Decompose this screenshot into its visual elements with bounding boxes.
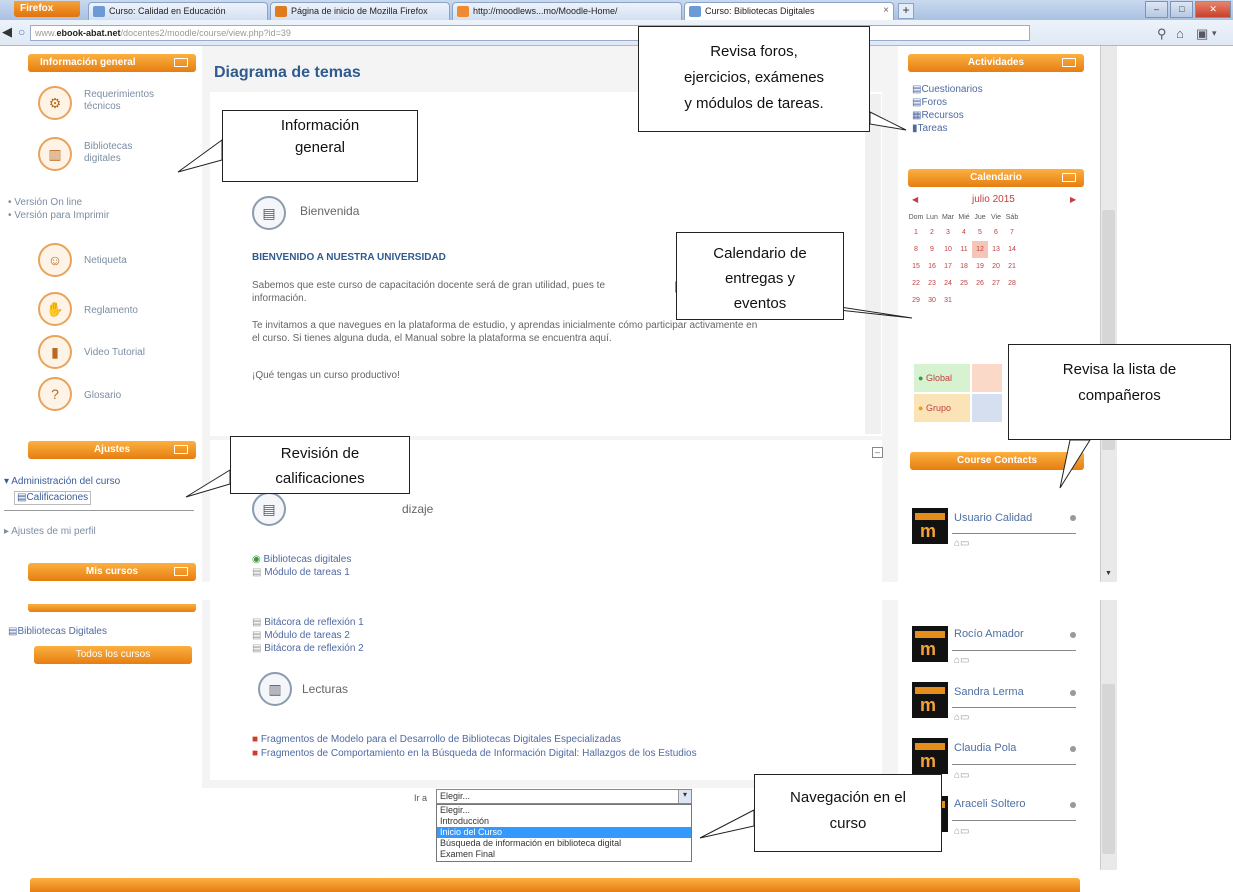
callout-navegacion: Navegación en el curso [754,774,942,852]
callout-calendario: Calendario de entregas y eventos [676,232,844,320]
callout-line: calificaciones [275,470,365,487]
callout-pointers [177,111,1091,839]
callout-foros: Revisa foros, ejercicios, exámenes y módul… [638,26,870,132]
callout-pointer [869,111,907,131]
callout-line: eventos [733,295,787,312]
callout-line: Información [280,117,360,134]
callout-line: Calendario de [713,245,807,262]
callout-companeros: Revisa la lista de compañeros [1008,344,1231,440]
callout-line: Navegación en el [790,789,906,806]
callout-line: Revisión de [280,445,360,462]
callout-informacion: Información general [222,110,418,182]
callout-line: y módulos de tareas. [684,95,824,112]
callout-pointer [185,469,231,498]
callout-line: curso [829,815,867,832]
callout-calificaciones: Revisión de calificaciones [230,436,410,494]
callout-line: entregas y [724,270,796,287]
callout-line: Revisa la lista de [1062,361,1177,378]
callout-line: compañeros [1078,387,1161,404]
callout-pointer [1059,439,1091,489]
callout-line: general [294,139,346,156]
callout-pointer [699,809,755,839]
callout-line: ejercicios, exámenes [683,69,825,86]
callout-pointer [177,139,223,173]
callout-line: Revisa foros, [710,43,798,60]
